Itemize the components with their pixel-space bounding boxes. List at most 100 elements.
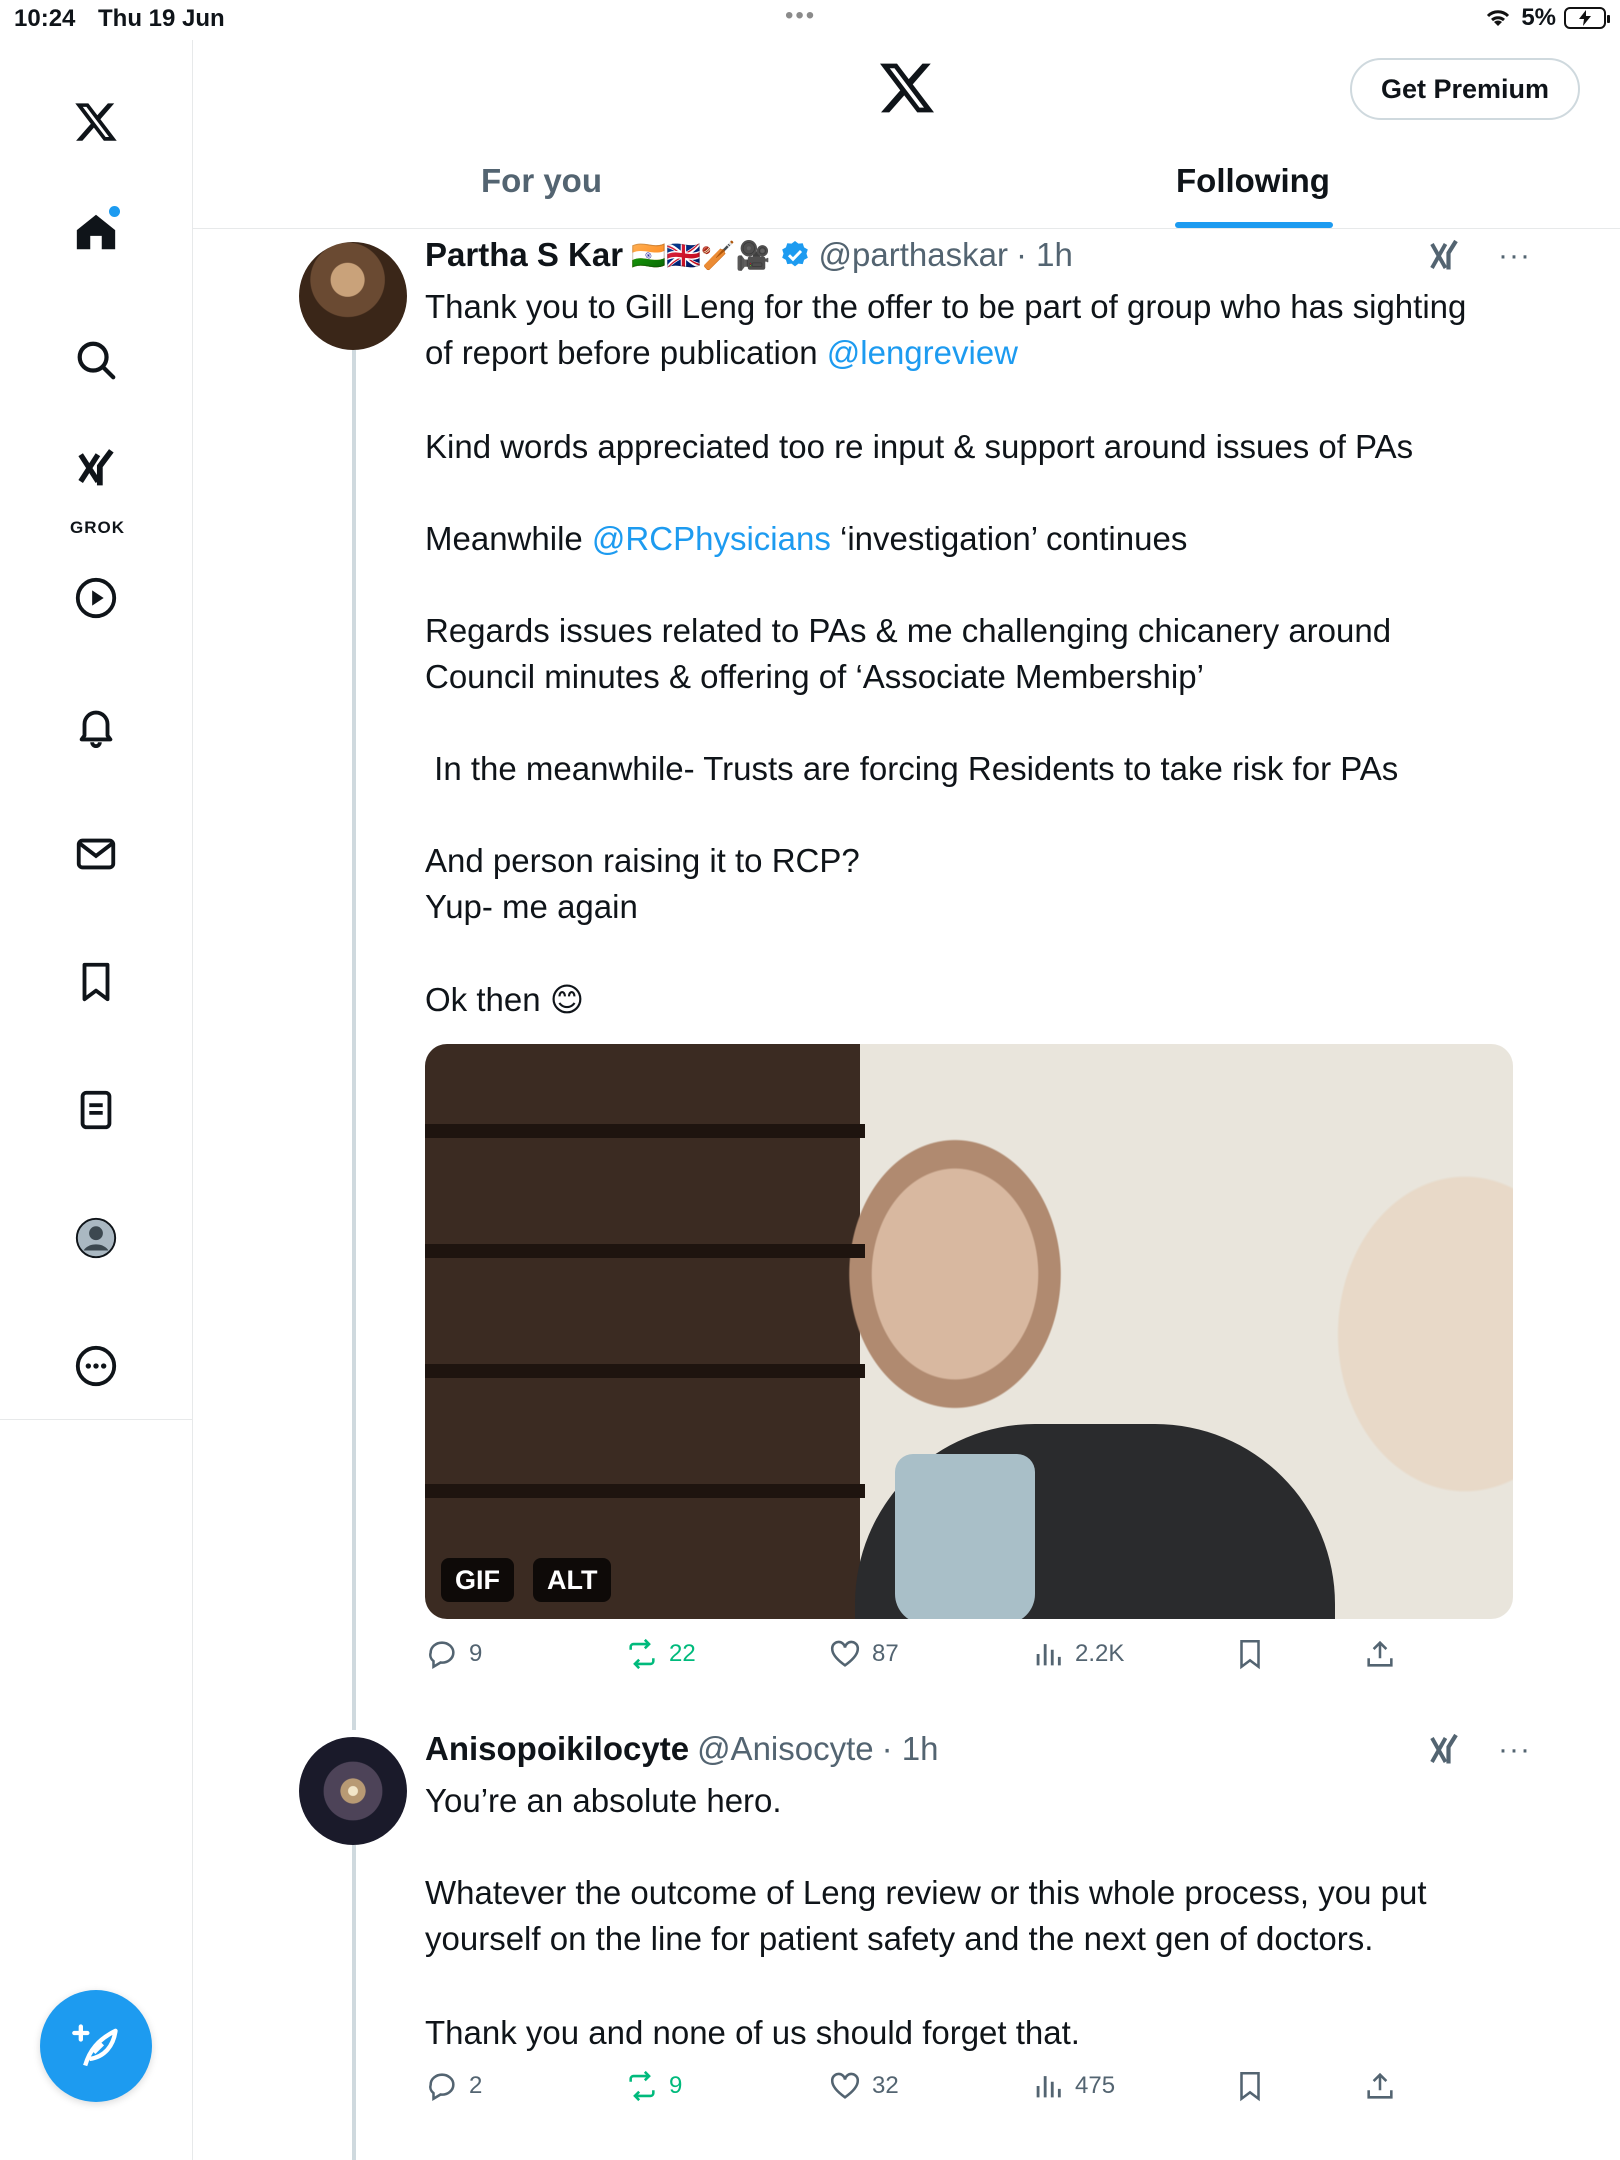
views-chart-icon (1036, 1644, 1061, 1666)
post-text-paragraph: You’re an absolute hero. (425, 1782, 782, 1819)
more-options-icon[interactable] (66, 1336, 126, 1396)
media-mug (895, 1454, 1035, 1619)
post-text-paragraph: And person raising it to RCP? Yup- me ag… (425, 842, 860, 925)
messages-envelope-icon[interactable] (66, 824, 126, 884)
repost-button[interactable]: 22 (625, 1637, 696, 1671)
share-button[interactable] (1363, 2069, 1397, 2103)
status-right: 5% (1483, 4, 1610, 32)
share-upload-icon (1367, 2072, 1393, 2099)
reply-button[interactable]: 9 (425, 1637, 482, 1671)
mention-link[interactable]: @RCPhysicians (592, 520, 831, 557)
media-shelf (425, 1124, 865, 1138)
post-text-paragraph: Meanwhile @RCPhysicians ‘investigation’ … (425, 516, 1525, 562)
x-logo-icon[interactable] (66, 92, 126, 152)
post-actions: 9 22 87 2.2K (425, 1637, 1425, 1681)
wifi-icon (1487, 10, 1510, 26)
views-count: 475 (1075, 2072, 1116, 2099)
author-handle[interactable]: @Anisocyte (697, 1730, 874, 1768)
share-upload-icon (1367, 1640, 1393, 1667)
status-date: Thu 19 Jun (98, 5, 225, 32)
post-more-icon[interactable]: ··· (1498, 239, 1531, 273)
grok-explain-icon[interactable] (1426, 1732, 1462, 1768)
reply-button[interactable]: 2 (425, 2069, 482, 2103)
share-button[interactable] (1363, 1637, 1397, 1671)
bookmark-icon (1240, 2071, 1260, 2102)
like-heart-icon (830, 1640, 860, 1667)
bookmark-icon (1240, 1639, 1260, 1670)
post-text-paragraph: In the meanwhile- Trusts are forcing Res… (425, 750, 1399, 787)
post-text-paragraph: Thank you and none of us should forget t… (425, 2014, 1080, 2051)
author-name[interactable]: Anisopoikilocyte (425, 1730, 689, 1768)
x-header-logo-icon[interactable] (877, 58, 937, 118)
author-name-emojis: 🇮🇳🇬🇧🏏🎥 (631, 239, 771, 271)
avatar[interactable] (299, 242, 407, 350)
post-actions: 2 9 32 475 (425, 2069, 1425, 2113)
multitasking-dots-icon[interactable]: ••• (785, 2, 816, 30)
sidebar-nav: GROK (0, 40, 193, 1420)
bookmark-button[interactable] (1233, 2069, 1267, 2103)
post-more-icon[interactable]: ··· (1498, 1733, 1531, 1767)
post-tools: ··· (1426, 238, 1531, 274)
reply-count: 2 (469, 2072, 483, 2099)
search-icon[interactable] (66, 330, 126, 390)
lists-icon[interactable] (66, 1080, 126, 1140)
repost-button[interactable]: 9 (625, 2069, 682, 2103)
home-notification-dot (109, 206, 120, 217)
notifications-bell-icon[interactable] (66, 696, 126, 756)
battery-percent: 5% (1521, 4, 1556, 31)
like-button[interactable]: 32 (828, 2069, 899, 2103)
sidebar-divider (0, 1419, 192, 1420)
thread-connector-line (352, 1845, 356, 2160)
tab-following[interactable]: Following (1176, 162, 1330, 200)
battery-charging-icon (1564, 7, 1610, 29)
alt-text-badge[interactable]: ALT (533, 1558, 612, 1602)
views-button[interactable]: 2.2K (1031, 1637, 1124, 1671)
post-header: Anisopoikilocyte @Anisocyte · 1h (425, 1730, 939, 1768)
post-text: Thank you to Gill Leng for the offer to … (425, 284, 1525, 376)
tab-for-you[interactable]: For you (481, 162, 602, 200)
post-text-paragraph: Regards issues related to PAs & me chall… (425, 612, 1392, 695)
gif-badge[interactable]: GIF (441, 1558, 514, 1602)
grok-icon[interactable] (66, 440, 126, 500)
post-time[interactable]: · 1h (882, 1730, 939, 1768)
repost-count: 22 (669, 1640, 696, 1667)
post-gif-media[interactable]: GIF ALT (425, 1044, 1513, 1619)
post-text-paragraph: Kind words appreciated too re input & su… (425, 428, 1414, 465)
views-count: 2.2K (1075, 1640, 1125, 1667)
verified-badge-icon (781, 241, 808, 267)
media-shelf (425, 1364, 865, 1378)
media-shelf (425, 1244, 865, 1258)
author-name[interactable]: Partha S Kar (425, 236, 623, 274)
like-count: 32 (872, 2072, 899, 2099)
post-time[interactable]: · 1h (1016, 236, 1073, 274)
post-text-paragraph: Whatever the outcome of Leng review or t… (425, 1874, 1427, 1957)
thread-connector-line (352, 350, 356, 1730)
bookmark-button[interactable] (1233, 1637, 1267, 1671)
status-bar: 10:24 Thu 19 Jun ••• 5% (0, 0, 1620, 40)
profile-avatar-icon[interactable] (66, 1208, 126, 1268)
sidebar-border (192, 1420, 193, 2160)
like-button[interactable]: 87 (828, 1637, 899, 1671)
repost-icon (629, 2070, 655, 2102)
get-premium-button[interactable]: Get Premium (1350, 58, 1580, 120)
like-heart-icon (830, 2072, 860, 2099)
timeline-tabs: For you Following (193, 140, 1620, 229)
grok-label: GROK (70, 518, 125, 537)
post-text-paragraph: Ok then 😊 (425, 981, 585, 1018)
compose-post-button[interactable] (40, 1990, 152, 2102)
grok-explain-icon[interactable] (1426, 238, 1462, 274)
mention-link[interactable]: @lengreview (827, 334, 1018, 371)
avatar[interactable] (299, 1737, 407, 1845)
like-count: 87 (872, 1640, 899, 1667)
video-play-icon[interactable] (66, 568, 126, 628)
bookmarks-icon[interactable] (66, 952, 126, 1012)
reply-icon (429, 1641, 455, 1670)
compose-feather-icon (72, 2024, 118, 2067)
views-button[interactable]: 475 (1031, 2069, 1115, 2103)
active-tab-indicator (1175, 222, 1333, 228)
home-icon[interactable] (66, 202, 126, 262)
repost-count: 9 (669, 2072, 683, 2099)
media-shelf (425, 1484, 865, 1498)
author-handle[interactable]: @parthaskar (819, 236, 1008, 274)
post-header: Partha S Kar 🇮🇳🇬🇧🏏🎥 @parthaskar · 1h (425, 236, 1073, 274)
